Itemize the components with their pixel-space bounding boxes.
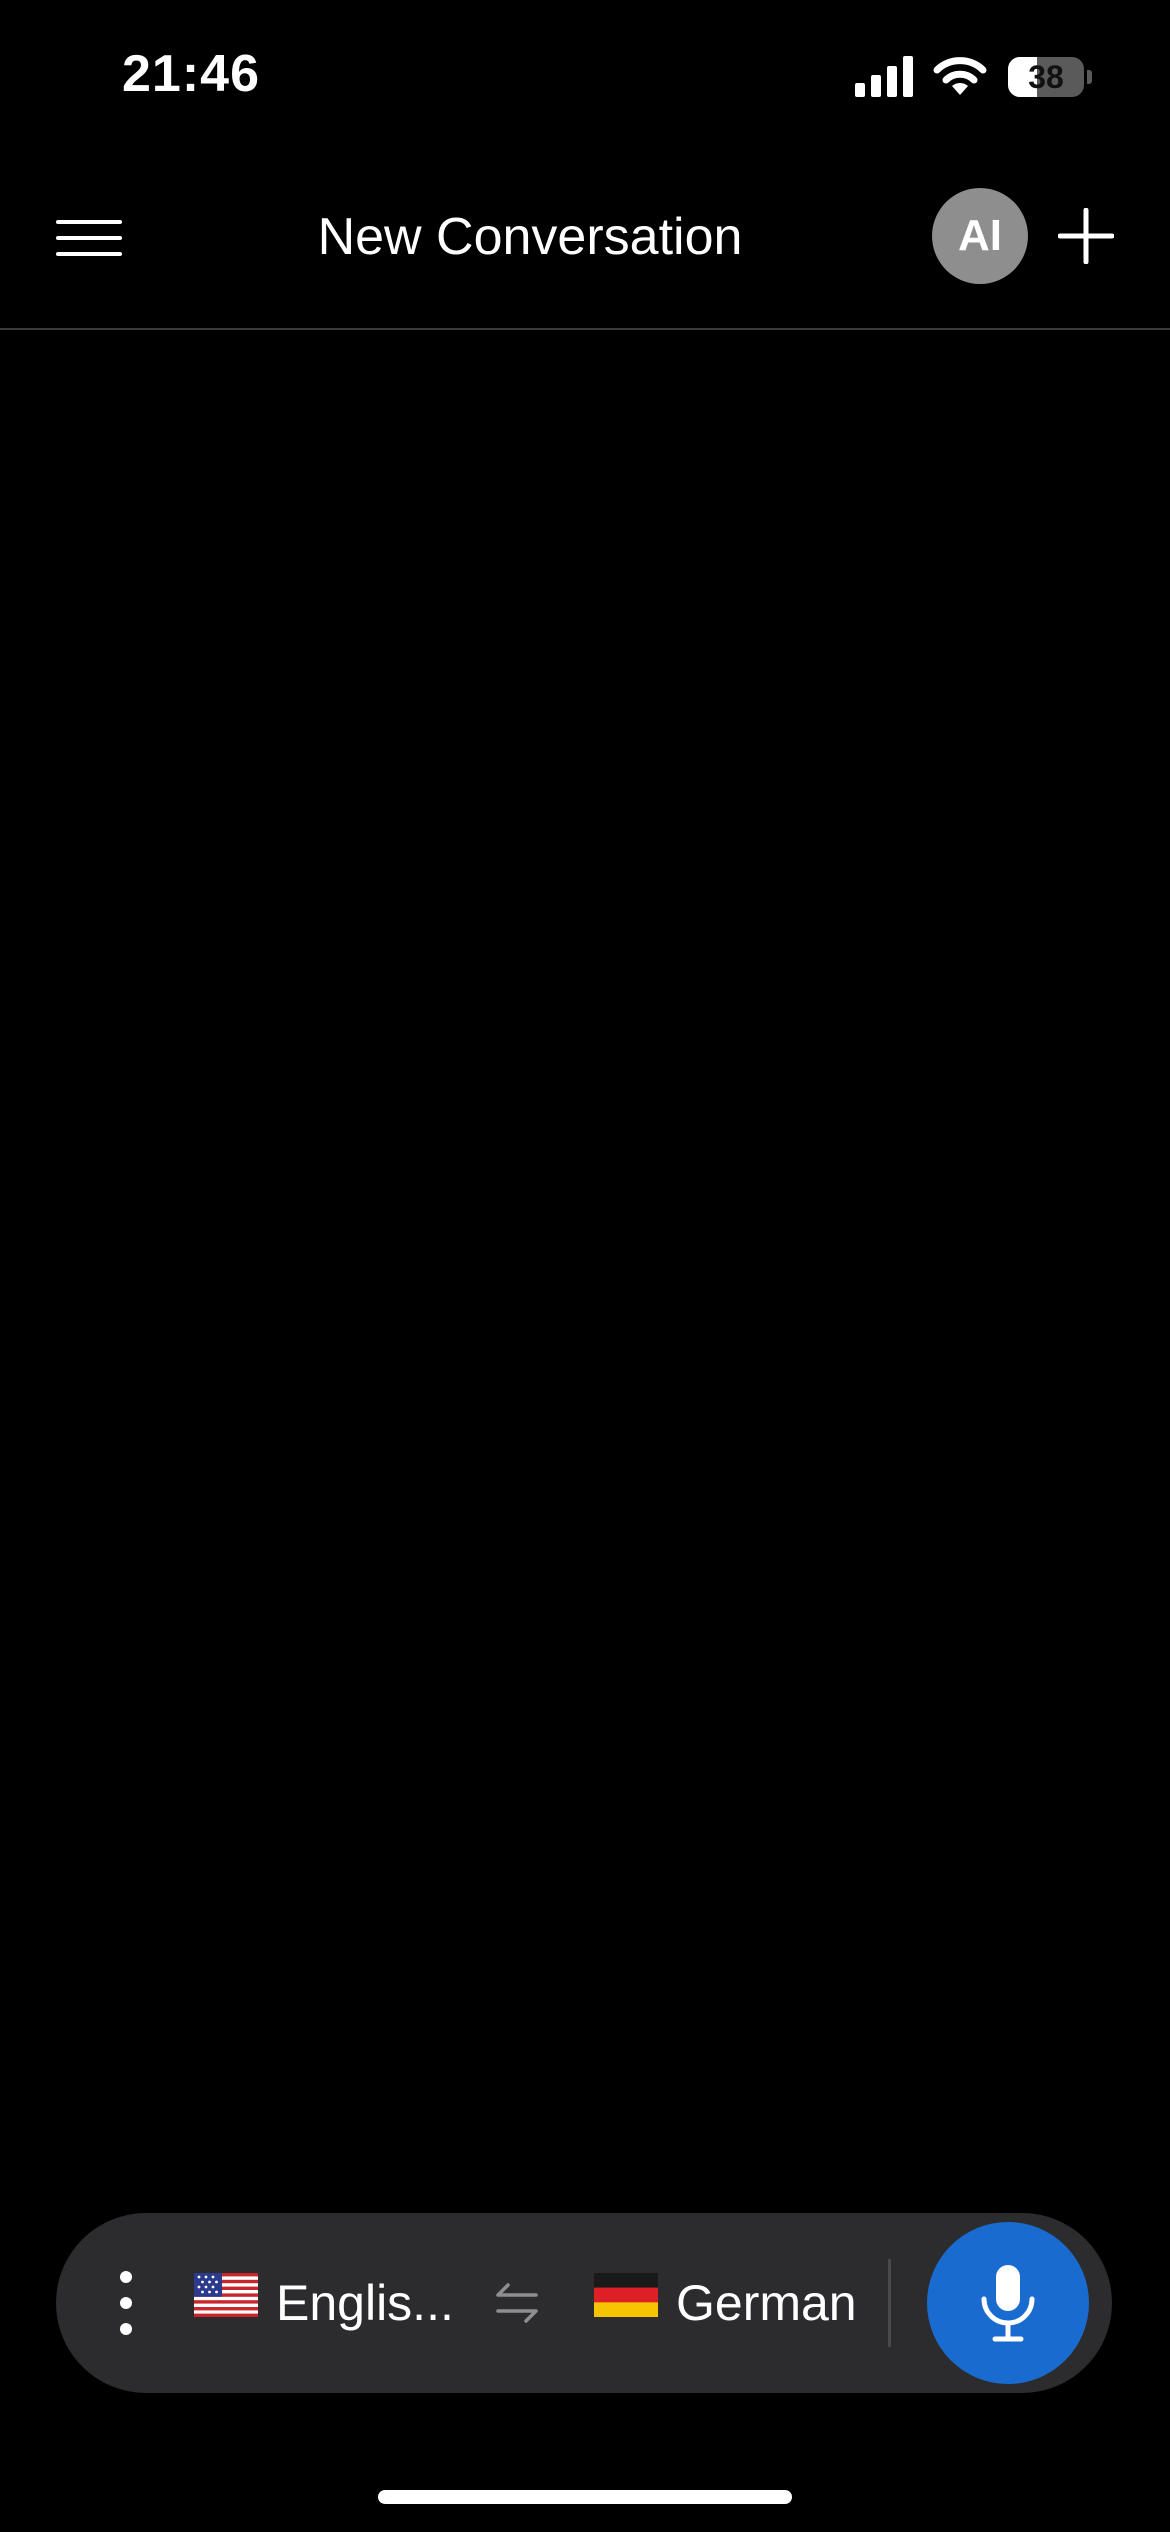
hamburger-menu-icon[interactable] <box>56 220 122 256</box>
target-language-button[interactable]: German <box>676 2269 857 2337</box>
conversation-area <box>0 332 1170 2202</box>
ai-avatar-button[interactable]: AI <box>932 188 1028 284</box>
source-language-button[interactable]: Englis... <box>276 2269 454 2337</box>
page-title: New Conversation <box>317 208 743 266</box>
home-indicator <box>378 2490 792 2504</box>
cellular-signal-icon <box>855 56 913 97</box>
us-flag-icon[interactable] <box>194 2273 258 2317</box>
swap-arrows-icon[interactable] <box>494 2279 540 2327</box>
wifi-icon <box>933 57 987 95</box>
battery-icon: 38 <box>1008 57 1092 97</box>
microphone-button[interactable] <box>927 2222 1089 2384</box>
battery-level: 38 <box>1028 59 1064 95</box>
plus-icon[interactable] <box>1058 208 1114 264</box>
status-time: 21:46 <box>122 45 260 103</box>
microphone-icon <box>981 2265 1035 2342</box>
vertical-ellipsis-icon[interactable] <box>108 2269 144 2337</box>
language-bar: Englis... German <box>56 2213 1112 2393</box>
status-bar: 21:46 38 <box>0 0 1170 150</box>
nav-bar: New Conversation AI <box>0 150 1170 330</box>
germany-flag-icon[interactable] <box>594 2273 658 2317</box>
divider <box>888 2259 891 2347</box>
